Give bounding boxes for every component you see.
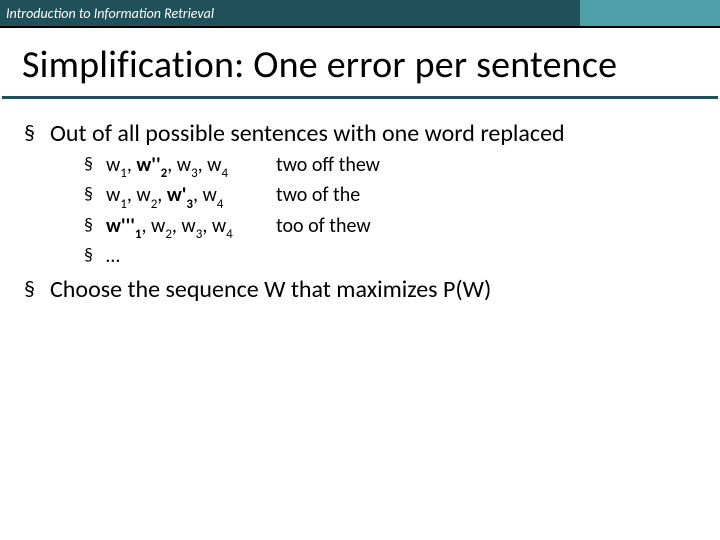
sub-bullet-1-notation: w1, w''2, w3, w4	[106, 153, 276, 181]
sub-bullet-1-example: two off thew	[276, 153, 380, 181]
bullet-1-text: Out of all possible sentences with one w…	[50, 119, 565, 148]
sub-bullet-4-text: …	[106, 244, 276, 269]
course-title: Introduction to Information Retrieval	[0, 5, 214, 22]
bullet-1: Out of all possible sentences with one w…	[20, 119, 700, 269]
sub-bullet-3-example: too of thew	[276, 214, 371, 242]
bullet-list: Out of all possible sentences with one w…	[20, 119, 700, 305]
sub-bullet-1: w1, w''2, w3, w4 two off thew	[50, 153, 700, 181]
sub-bullet-list: w1, w''2, w3, w4 two off thew w1, w2, w'…	[50, 153, 700, 269]
header-bar: Introduction to Information Retrieval	[0, 0, 720, 26]
bullet-2-text: Choose the sequence W that maximizes P(W…	[50, 275, 491, 304]
sub-bullet-3-notation: w'''1, w2, w3, w4	[106, 214, 276, 242]
header-accent	[580, 0, 720, 26]
sub-bullet-3: w'''1, w2, w3, w4 too of thew	[50, 214, 700, 242]
sub-bullet-2-notation: w1, w2, w'3, w4	[106, 183, 276, 211]
sub-bullet-4: …	[50, 244, 700, 269]
slide: Introduction to Information Retrieval Si…	[0, 0, 720, 540]
sub-bullet-2: w1, w2, w'3, w4 two of the	[50, 183, 700, 211]
sub-bullet-2-example: two of the	[276, 183, 360, 211]
slide-body: Out of all possible sentences with one w…	[0, 99, 720, 305]
bullet-2: Choose the sequence W that maximizes P(W…	[20, 275, 700, 305]
slide-title: Simplification: One error per sentence	[0, 28, 720, 96]
